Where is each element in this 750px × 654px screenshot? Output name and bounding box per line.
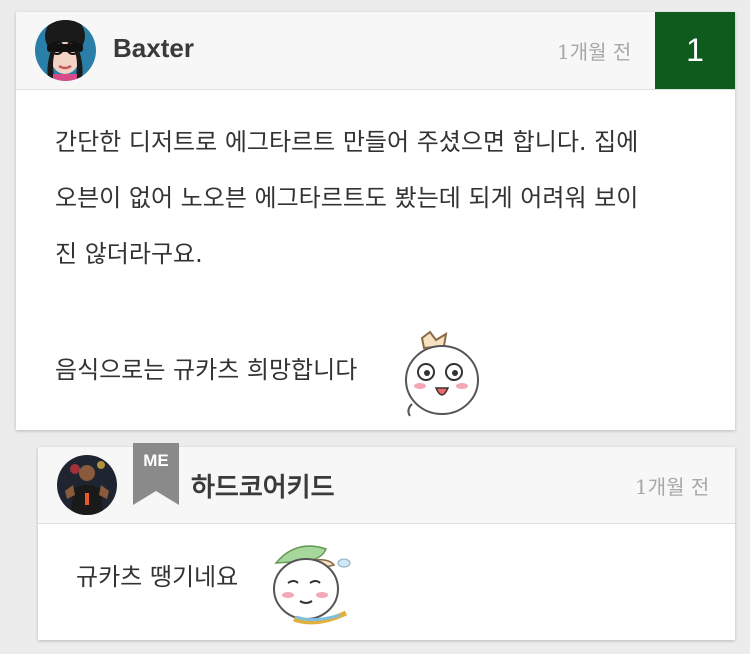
reply-timestamp: 1개월 전 bbox=[635, 475, 710, 499]
reply-author[interactable]: 하드코어키드 bbox=[191, 467, 335, 504]
pleading-face-sticker-icon bbox=[400, 330, 484, 422]
comment-card: Baxter 1개월 전 1 간단한 디저트로 에그타르트 만들어 주셨으면 합… bbox=[16, 12, 735, 430]
comment-header: Baxter 1개월 전 1 bbox=[16, 12, 735, 90]
user-avatar-icon[interactable] bbox=[35, 20, 96, 81]
comment-line-1: 간단한 디저트로 에그타르트 만들어 주셨으면 합니다. 집에 bbox=[55, 128, 639, 156]
reply-header: ME 하드코어키드 1개월 전 bbox=[38, 443, 735, 524]
comment-author[interactable]: Baxter bbox=[113, 33, 194, 64]
comment-line-2: 오븐이 없어 노오븐 에그타르트도 봤는데 되게 어려워 보이 bbox=[55, 184, 639, 212]
shy-sweating-sticker-icon bbox=[266, 535, 356, 631]
reply-text: 규카츠 땡기네요 bbox=[76, 563, 239, 591]
comment-line-4: 음식으로는 규카츠 희망합니다 bbox=[55, 356, 358, 384]
me-label: ME bbox=[143, 451, 169, 470]
reply-count-badge[interactable]: 1 bbox=[655, 12, 735, 89]
reply-card: ME 하드코어키드 1개월 전 규카츠 땡기네요 bbox=[38, 443, 735, 640]
comment-line-3: 진 않더라구요. bbox=[55, 240, 203, 268]
player-avatar-icon[interactable] bbox=[57, 455, 117, 515]
comment-timestamp: 1개월 전 bbox=[557, 40, 632, 64]
